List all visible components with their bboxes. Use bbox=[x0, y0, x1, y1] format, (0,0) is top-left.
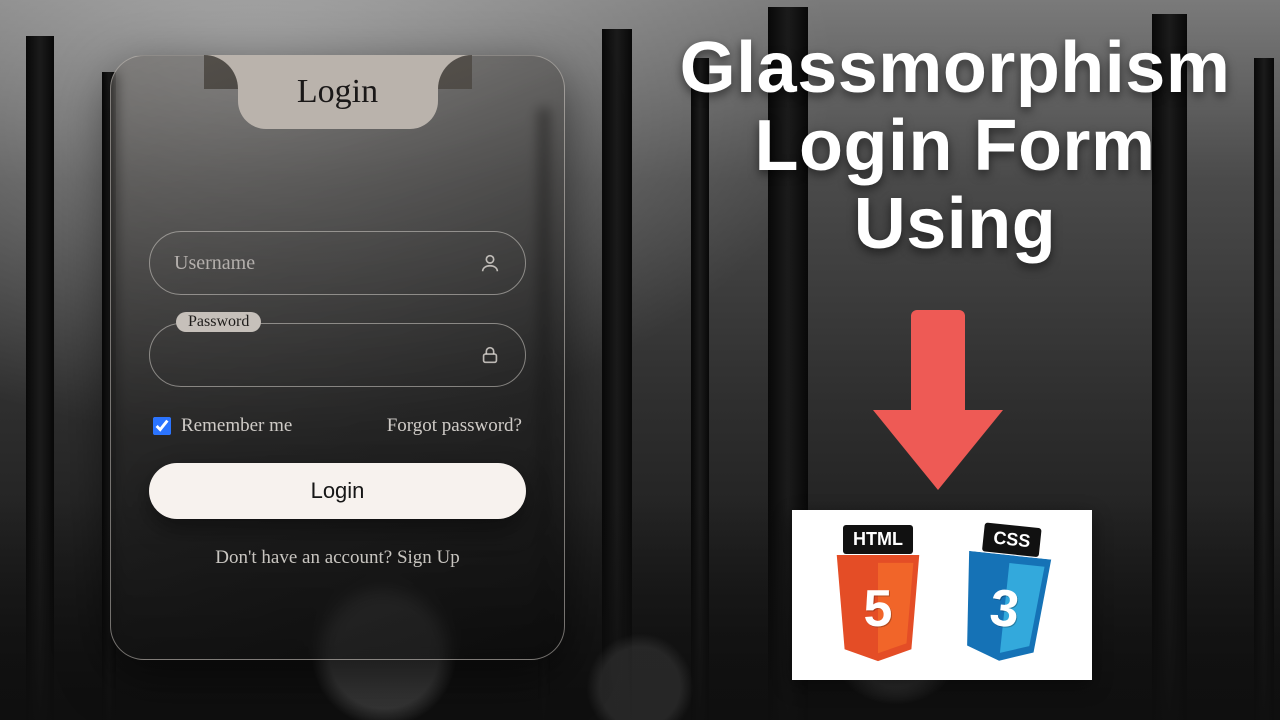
remember-label: Remember me bbox=[181, 415, 292, 437]
username-input[interactable] bbox=[174, 252, 479, 275]
arrow-down-icon bbox=[878, 310, 998, 490]
signup-row: Don't have an account? Sign Up bbox=[149, 547, 526, 569]
css3-label: CSS bbox=[982, 522, 1042, 557]
html5-logo: HTML 5 bbox=[818, 525, 938, 665]
login-title-tab: Login bbox=[238, 55, 438, 129]
login-button[interactable]: Login bbox=[149, 463, 526, 519]
user-icon bbox=[479, 252, 501, 274]
username-field-wrap bbox=[149, 231, 526, 295]
password-field-wrap: Password bbox=[149, 323, 526, 387]
login-title: Login bbox=[297, 73, 378, 111]
forgot-password-link[interactable]: Forgot password? bbox=[387, 415, 522, 437]
remember-checkbox[interactable] bbox=[153, 417, 171, 435]
html5-number: 5 bbox=[864, 579, 893, 639]
signup-prefix: Don't have an account? bbox=[215, 547, 397, 568]
headline: Glassmorphism Login Form Using bbox=[640, 30, 1270, 263]
remember-me[interactable]: Remember me bbox=[153, 415, 292, 437]
headline-line3: Using bbox=[640, 186, 1270, 264]
lock-icon bbox=[479, 344, 501, 366]
headline-line1: Glassmorphism bbox=[640, 30, 1270, 108]
css3-number: 3 bbox=[987, 578, 1022, 641]
html5-label: HTML bbox=[843, 525, 913, 554]
headline-line2: Login Form bbox=[640, 108, 1270, 186]
login-form: Password Remember me Forgot password? Lo… bbox=[149, 231, 526, 569]
tech-logos: HTML 5 CSS 3 bbox=[792, 510, 1092, 680]
password-input[interactable] bbox=[174, 344, 479, 367]
password-float-label: Password bbox=[176, 312, 261, 332]
signup-link[interactable]: Sign Up bbox=[397, 547, 460, 568]
css3-logo: CSS 3 bbox=[939, 519, 1073, 671]
login-card: Login Password Remember bbox=[110, 55, 565, 660]
options-row: Remember me Forgot password? bbox=[153, 415, 522, 437]
